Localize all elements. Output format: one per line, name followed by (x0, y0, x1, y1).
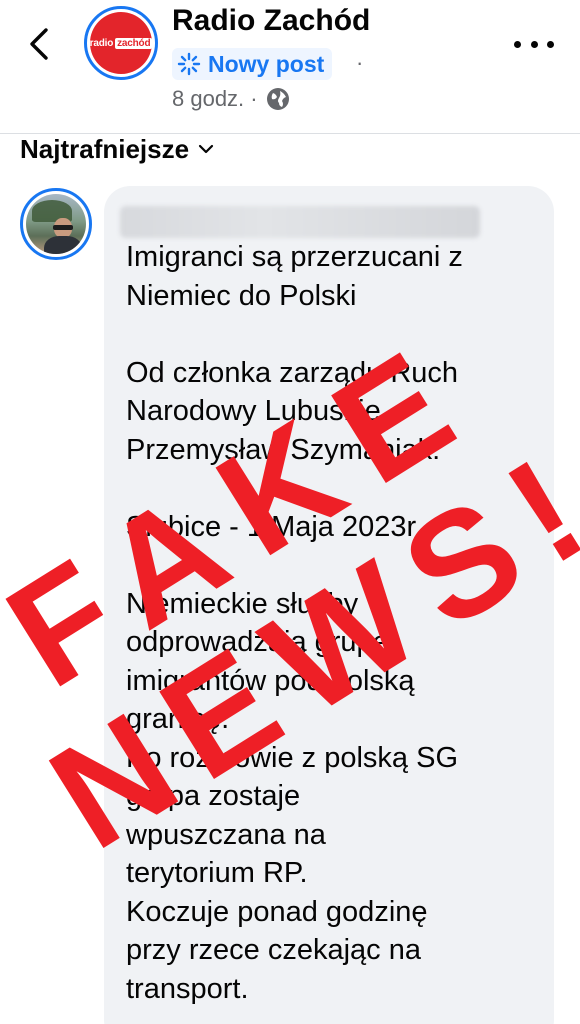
new-post-label: Nowy post (208, 50, 325, 77)
sparkle-icon (177, 52, 201, 76)
sort-label: Najtrafniejsze (20, 133, 190, 164)
comment-sort-dropdown[interactable]: Najtrafniejsze (20, 130, 215, 168)
blurred-author-name (120, 206, 480, 238)
page-avatar[interactable]: radio zachód (84, 6, 158, 80)
page-name[interactable]: Radio Zachód (172, 4, 370, 38)
post-meta: 8 godz. · (172, 86, 290, 112)
globe-icon (266, 88, 289, 110)
new-post-badge: Nowy post (172, 48, 333, 80)
more-options-button[interactable] (514, 30, 554, 58)
back-arrow-icon (30, 28, 48, 60)
post-time[interactable]: 8 godz. · (172, 86, 258, 112)
back-button[interactable] (22, 24, 58, 64)
comment-bubble[interactable]: Imigranci są przerzucani z Niemiec do Po… (104, 186, 554, 1024)
post-header: radio zachód Radio Zachód Nowy post · 8 g… (0, 0, 580, 134)
radio-zachod-logo: radio zachód (90, 12, 153, 74)
separator-dot: · (356, 50, 364, 75)
commenter-avatar[interactable] (20, 188, 92, 260)
more-icon (514, 40, 521, 48)
chevron-down-icon (198, 144, 214, 154)
commenter-photo (26, 194, 86, 254)
comment-text: Imigranci są przerzucani z Niemiec do Po… (126, 241, 463, 1005)
